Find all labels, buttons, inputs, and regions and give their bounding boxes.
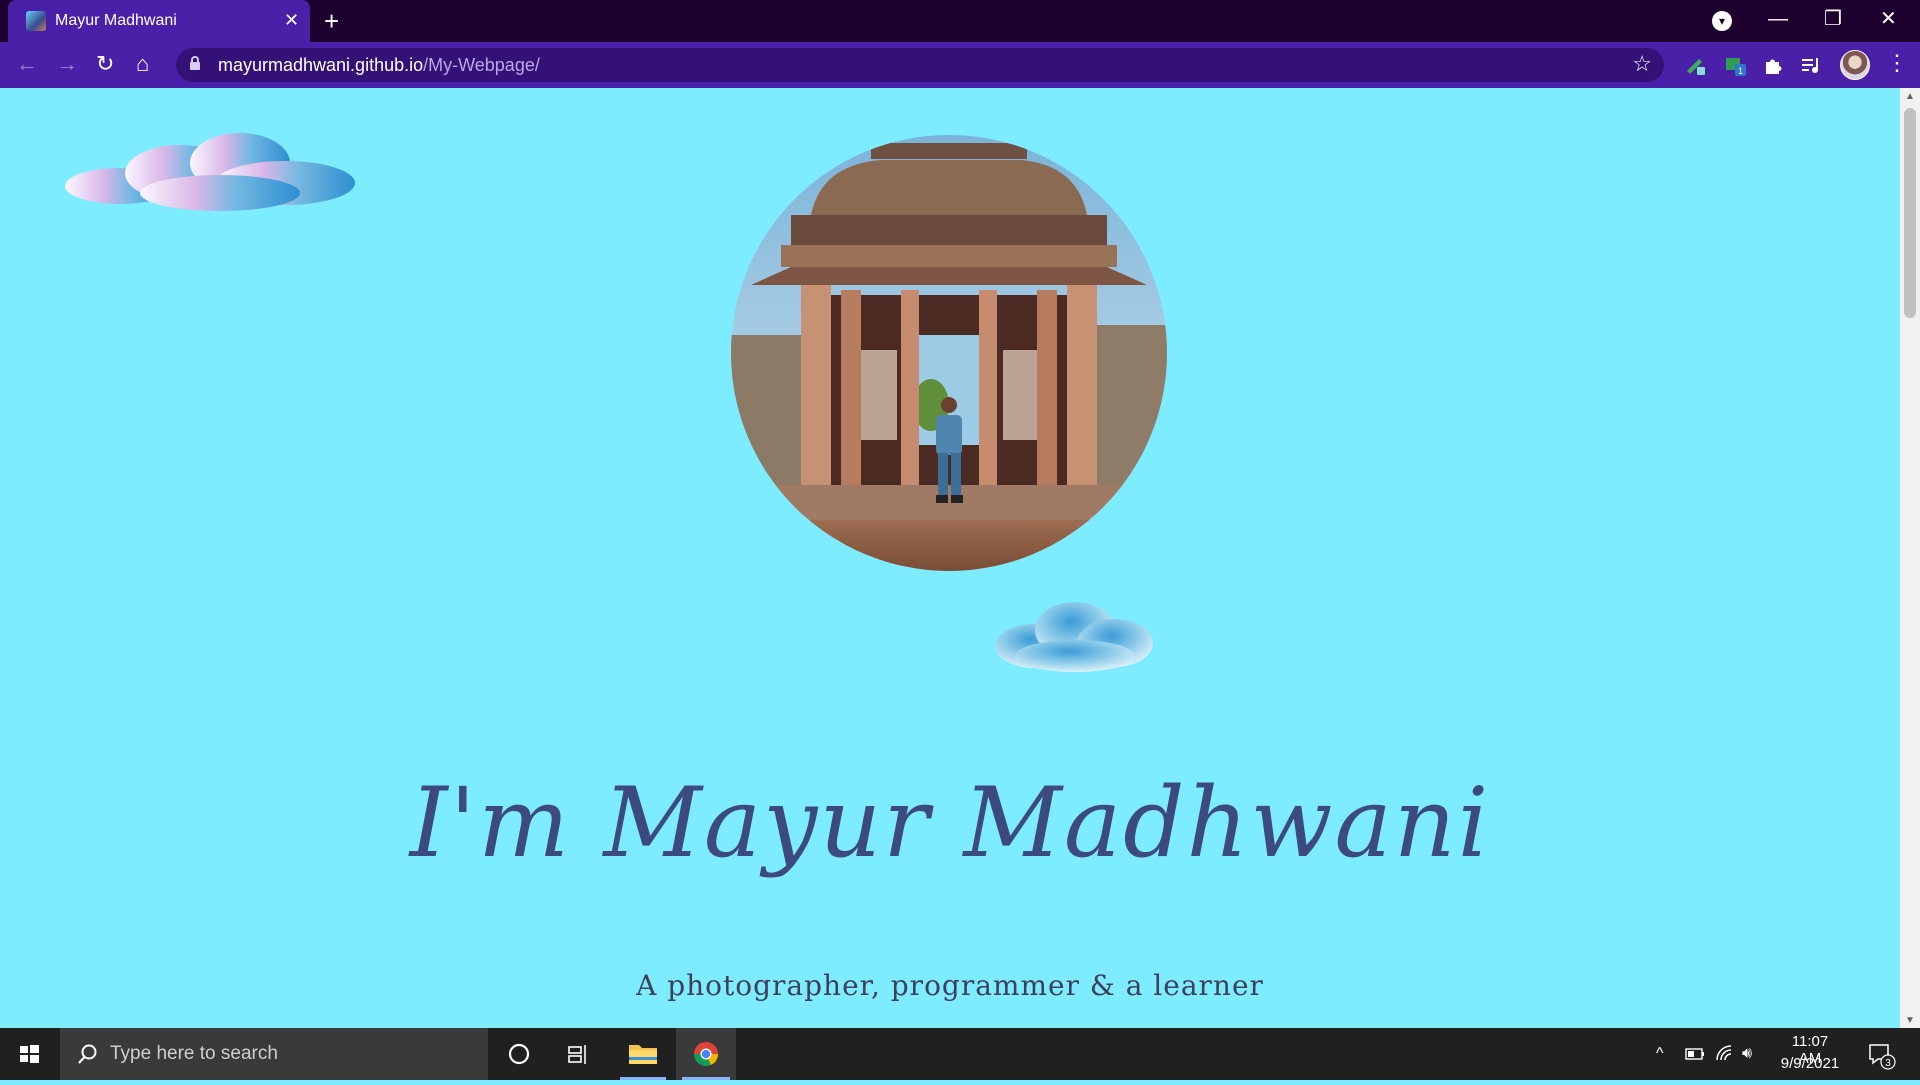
browser-tab[interactable]: Mayur Madhwani ✕ [8,0,310,42]
site-favicon-icon [26,11,46,31]
taskbar-search-box[interactable]: Type here to search [60,1028,488,1080]
tray-overflow-chevron-icon[interactable]: ^ [1656,1044,1664,1064]
clock-date[interactable]: 9/9/2021 [1776,1055,1844,1072]
cloud-illustration [65,133,355,211]
browser-toolbar: ← → ↻ ⌂ mayurmadhwani.github.io/My-Webpa… [0,42,1920,88]
lock-icon[interactable] [190,56,200,70]
url-path: /My-Webpage/ [423,55,540,75]
search-placeholder: Type here to search [110,1043,278,1064]
minimize-icon[interactable]: — [1768,6,1788,32]
window-close-icon[interactable]: ✕ [1880,6,1897,32]
cortana-icon[interactable] [490,1028,548,1080]
notification-center-icon[interactable]: 3 [1866,1042,1896,1070]
page-scrollbar[interactable]: ▲ ▼ [1900,88,1920,1028]
extension-pen-icon[interactable] [1684,54,1706,76]
page-heading: I'm Mayur Madhwani [409,767,1491,879]
photo-pavilion-image [731,135,1167,571]
address-url[interactable]: mayurmadhwani.github.io/My-Webpage/ [218,55,540,76]
reload-icon[interactable]: ↻ [96,50,114,78]
scroll-up-icon[interactable]: ▲ [1905,91,1915,102]
chrome-taskbar-item[interactable] [676,1028,736,1080]
home-icon[interactable]: ⌂ [136,50,149,78]
page-subtitle: A photographer, programmer & a learner [636,969,1264,1002]
notification-count: 3 [1885,1058,1891,1069]
extension-badge-icon[interactable]: 1 [1724,54,1746,76]
volume-icon[interactable]: 🔊︎ [1742,1044,1752,1064]
wifi-icon[interactable] [1714,1044,1736,1064]
windows-start-icon[interactable] [0,1028,58,1080]
new-tab-button[interactable]: + [324,6,339,36]
extensions-puzzle-icon[interactable] [1762,54,1784,76]
browser-tab-strip: Mayur Madhwani ✕ + ▾ — ❐ ✕ [0,0,1920,42]
extension-badge-count: 1 [1738,66,1743,76]
battery-icon[interactable] [1684,1044,1706,1064]
search-icon [78,1044,97,1064]
scrollbar-thumb[interactable] [1904,108,1916,318]
tab-title: Mayur Madhwani [55,12,177,29]
page-content: I'm Mayur Madhwani A photographer, progr… [0,88,1900,1028]
small-cloud-illustration [995,602,1153,672]
tab-close-icon[interactable]: ✕ [284,10,299,30]
scroll-down-icon[interactable]: ▼ [1905,1015,1915,1026]
profile-photo [731,135,1167,571]
tab-search-icon[interactable]: ▾ [1712,11,1732,31]
url-host: mayurmadhwani.github.io [218,55,424,75]
address-bar[interactable]: mayurmadhwani.github.io/My-Webpage/ ☆ [176,48,1664,82]
browser-menu-icon[interactable]: ⋮ [1886,49,1908,77]
bookmark-star-icon[interactable]: ☆ [1632,52,1652,76]
media-queue-icon[interactable] [1800,54,1822,76]
profile-avatar[interactable] [1840,50,1870,80]
restore-icon[interactable]: ❐ [1824,6,1842,32]
file-explorer-taskbar-item[interactable] [614,1028,672,1080]
task-view-icon[interactable] [550,1028,608,1080]
forward-arrow-icon[interactable]: → [56,50,78,78]
windows-taskbar: Type here to search ^ 🔊︎ 11:07 AM 9/9/20… [0,1028,1920,1080]
folder-icon [629,1045,657,1064]
back-arrow-icon[interactable]: ← [16,50,38,78]
chrome-icon [694,1042,719,1066]
